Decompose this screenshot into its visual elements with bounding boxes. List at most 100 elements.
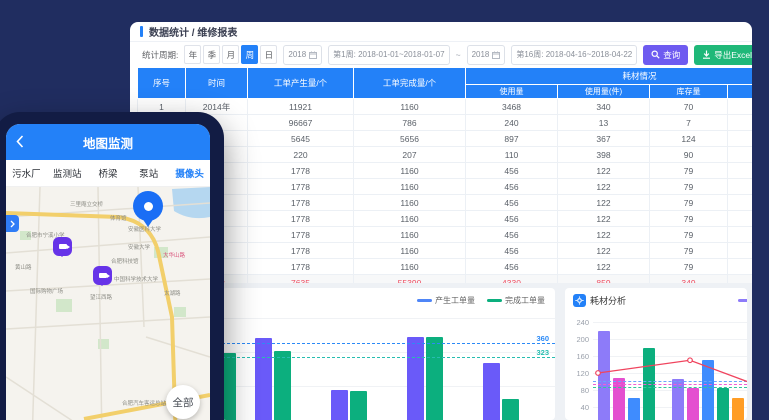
col-header-time: 时间 [186,68,248,99]
map-label: 中国科学技术大学 [114,275,158,283]
map-label: 大华山路 [163,251,185,259]
gear-icon [573,294,586,307]
cell-v2: 13 [558,115,650,131]
period-option-日[interactable]: 日 [260,45,277,64]
map-view[interactable]: 全部 三里庵立交桥体育馆合肥市宁溪小学安徽医科大学安徽大学合肥科技馆中国科学技术… [6,187,210,420]
cell-v1: 110 [466,147,558,163]
range-separator: ~ [456,50,461,60]
camera-marker[interactable] [53,237,72,256]
cell-v2: 122 [558,163,650,179]
year-start-select[interactable]: 2018 [283,45,322,65]
cell-done: 786 [354,115,466,131]
cell-v3: 79 [650,259,728,275]
cell-v1: 456 [466,195,558,211]
cell-v3: 79 [650,163,728,179]
selected-location-pin[interactable] [133,191,163,221]
tab-污水厂[interactable]: 污水厂 [6,166,47,180]
cell-created: 1778 [248,211,354,227]
col-header-sub3: 库存量 [650,85,728,99]
reference-label: 360 [536,334,549,343]
bar-产生工单量 [483,363,500,420]
reference-line [222,357,555,358]
cell-v3: 79 [650,227,728,243]
back-button[interactable] [16,135,24,148]
period-option-年[interactable]: 年 [184,45,201,64]
week-start-input[interactable]: 第1周: 2018-01-01~2018-01-07 [328,45,449,65]
screen: 数据统计 / 维修报表 统计周期: 年季月周日 2018 第1周: 2018-0… [0,0,769,420]
cell-v2: 122 [558,243,650,259]
tab-泵站[interactable]: 泵站 [128,166,169,180]
col-header-sub4: 金额 [728,85,753,99]
cell-created: 1778 [248,179,354,195]
table-row: 177811604561227967 [138,243,753,259]
cell-done: 1160 [354,163,466,179]
legend-dash-icon [417,299,432,302]
period-option-季[interactable]: 季 [203,45,220,64]
tab-摄像头[interactable]: 摄像头 [169,166,210,180]
map-label: 太湖路 [164,289,181,297]
table-row: 177811604561227967 [138,163,753,179]
map-panel-toggle[interactable] [6,215,19,232]
cell-v3: 79 [650,195,728,211]
bar-完成工单量 [350,391,367,420]
cell-v4: 250 [728,99,753,115]
cell-v4: 69 [728,115,753,131]
phone-title: 地图监测 [83,133,133,152]
cell-v2: 122 [558,227,650,243]
map-label: 合肥科技馆 [111,257,139,265]
cell-v4: 67 [728,259,753,275]
trend-line [565,288,747,420]
cell-done: 1160 [354,243,466,259]
tab-监测站[interactable]: 监测站 [47,166,88,180]
map-label: 三里庵立交桥 [70,200,103,208]
export-excel-button[interactable]: 导出Excel [694,45,752,65]
cell-created: 220 [248,147,354,163]
cell-v2: 398 [558,147,650,163]
bar-产生工单量 [331,390,348,420]
pin-dot-icon [144,202,153,211]
week-end-input[interactable]: 第16周: 2018-04-16~2018-04-22 [511,45,637,65]
period-option-周[interactable]: 周 [241,45,258,64]
tab-桥梁[interactable]: 桥梁 [88,166,129,180]
table-row: 177811604561227967 [138,259,753,275]
cell-done: 1160 [354,195,466,211]
cell-v4: 67 [728,227,753,243]
search-button[interactable]: 查询 [643,45,688,65]
cell-v2: 122 [558,179,650,195]
cell-v3: 79 [650,211,728,227]
gridline [222,318,555,319]
download-icon [702,50,711,59]
legend-item-created[interactable]: 产生工单量 [417,295,475,306]
cell-v4: 67 [728,211,753,227]
camera-icon [59,244,67,249]
cell-v2: 122 [558,195,650,211]
map-label: 合肥汽车客运总站 [122,399,166,407]
cell-created: 1778 [248,259,354,275]
cell-done: 1160 [354,227,466,243]
chart-workorders-plot: 360323 [222,288,555,420]
legend-dash-icon [487,299,502,302]
bar-完成工单量 [222,353,236,420]
table-row: 56455656897367124129 [138,131,753,147]
chart-legend: 产生工单量 完成工单量 [417,295,545,306]
map-label: 安徽大学 [128,243,150,251]
year-end-select[interactable]: 2018 [467,45,506,65]
cell-v2: 122 [558,211,650,227]
cell-created: 1778 [248,195,354,211]
legend-item-done[interactable]: 完成工单量 [487,295,545,306]
map-label: 望江西路 [90,293,112,301]
cell-v2: 340 [558,99,650,115]
cell-v1: 3468 [466,99,558,115]
cell-v3: 124 [650,131,728,147]
cell-created: 1778 [248,243,354,259]
cell-created: 1778 [248,227,354,243]
chart-consumables-plot: 2402001601208040 [565,288,747,420]
camera-marker[interactable] [93,266,112,285]
period-segmented-control: 年季月周日 [184,45,277,64]
show-all-button[interactable]: 全部 [166,385,200,419]
cell-v2: 367 [558,131,650,147]
breadcrumb-text: 数据统计 / 维修报表 [149,24,237,39]
calendar-icon [309,51,317,59]
camera-icon [99,273,107,278]
period-option-月[interactable]: 月 [222,45,239,64]
